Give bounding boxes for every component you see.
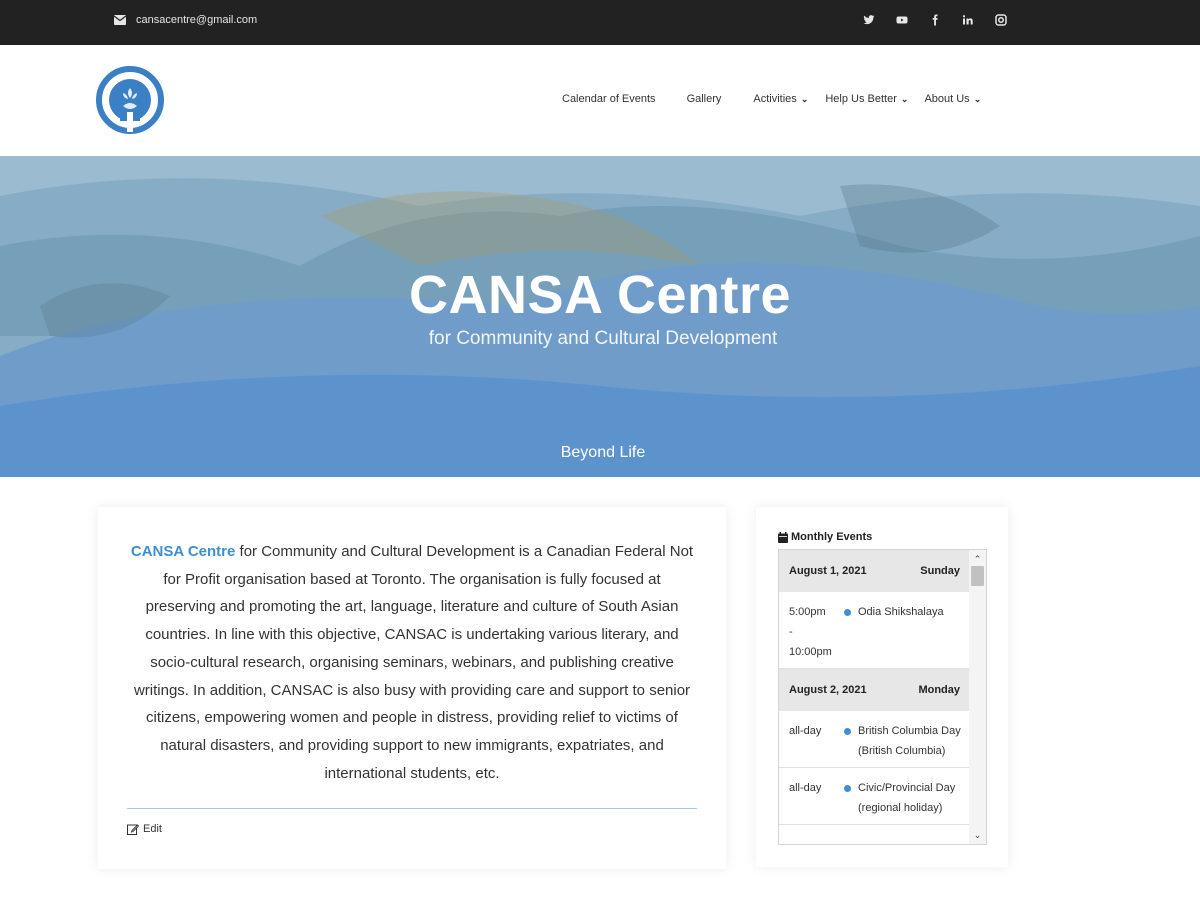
email-text: cansacentre@gmail.com (136, 14, 258, 26)
event-time: all-day (789, 782, 822, 794)
event-item[interactable]: all-day Civic/Provincial Day (regional h… (779, 768, 970, 825)
day-weekday: Sunday (920, 565, 960, 577)
event-dot-icon (841, 721, 853, 761)
scrollbar-thumb[interactable] (971, 566, 984, 586)
scrollbar[interactable]: ⌃ ⌄ (969, 550, 986, 844)
hero-subtitle: for Community and Cultural Development (428, 328, 778, 349)
event-name: Civic/Provincial Day (regional holiday) (858, 782, 956, 814)
event-time: 5:00pm - 10:00pm (789, 606, 832, 658)
contact-email[interactable]: cansacentre@gmail.com (114, 14, 257, 26)
widget-title: Monthly Events (778, 531, 872, 543)
calendar-icon (778, 531, 788, 543)
event-dot-icon (841, 778, 853, 818)
linkedin-icon[interactable] (961, 13, 975, 27)
event-time: all-day (789, 725, 822, 737)
facebook-icon[interactable] (928, 13, 942, 27)
social-links (862, 13, 1008, 27)
hero-tagline: Beyond Life (560, 444, 646, 461)
event-name: British Columbia Day (British Columbia) (858, 725, 961, 757)
youtube-icon[interactable] (895, 13, 909, 27)
day-date: August 2, 2021 (789, 684, 867, 696)
nav-item-activities[interactable]: Activities ⌄ (753, 93, 808, 105)
twitter-icon[interactable] (862, 13, 876, 27)
divider (127, 808, 697, 809)
event-item[interactable]: all-day British Columbia Day (British Co… (779, 711, 970, 768)
day-weekday: Monday (918, 684, 960, 696)
scroll-up-arrow-icon[interactable]: ⌃ (969, 552, 986, 566)
about-paragraph: CANSA Centre for Community and Cultural … (128, 538, 696, 787)
nav-item-gallery[interactable]: Gallery (687, 93, 722, 105)
nav-item-about-us[interactable]: About Us ⌄ (924, 93, 981, 105)
hero-banner: CANSA Centre for Community and Cultural … (0, 156, 1200, 477)
site-header: Calendar of Events Gallery Activities ⌄ … (0, 45, 1200, 156)
nav-item-help-us-better[interactable]: Help Us Better ⌄ (825, 93, 908, 105)
top-bar: cansacentre@gmail.com (0, 0, 1200, 45)
edit-button[interactable]: Edit (127, 823, 162, 835)
about-card: CANSA Centre for Community and Cultural … (98, 507, 726, 869)
nav-item-calendar-of-events[interactable]: Calendar of Events (562, 93, 656, 105)
event-dot-icon (841, 602, 853, 662)
instagram-icon[interactable] (994, 13, 1008, 27)
day-date: August 1, 2021 (789, 565, 867, 577)
main-nav: Calendar of Events Gallery Activities ⌄ … (562, 93, 981, 105)
hero-title: CANSA Centre (408, 265, 792, 325)
event-name: Odia Shikshalaya (858, 606, 944, 618)
cansa-centre-link[interactable]: CANSA Centre (131, 543, 235, 560)
chevron-down-icon: ⌄ (973, 93, 982, 104)
edit-icon (127, 824, 139, 835)
monthly-events-widget: Monthly Events August 1, 2021 Sunday 5:0… (756, 507, 1008, 867)
day-header: August 1, 2021 Sunday (779, 550, 970, 592)
envelope-icon (114, 15, 126, 25)
events-list-scrollable[interactable]: August 1, 2021 Sunday 5:00pm - 10:00pm O… (778, 549, 987, 845)
chevron-down-icon: ⌄ (900, 93, 909, 104)
about-body-text: for Community and Cultural Development i… (133, 543, 694, 782)
scroll-down-arrow-icon[interactable]: ⌄ (969, 828, 986, 842)
cansa-logo[interactable] (96, 66, 164, 134)
chevron-down-icon: ⌄ (800, 93, 809, 104)
events-list: August 1, 2021 Sunday 5:00pm - 10:00pm O… (779, 550, 970, 825)
day-header: August 2, 2021 Monday (779, 669, 970, 711)
edit-label: Edit (143, 823, 162, 835)
event-item[interactable]: 5:00pm - 10:00pm Odia Shikshalaya (779, 592, 970, 669)
